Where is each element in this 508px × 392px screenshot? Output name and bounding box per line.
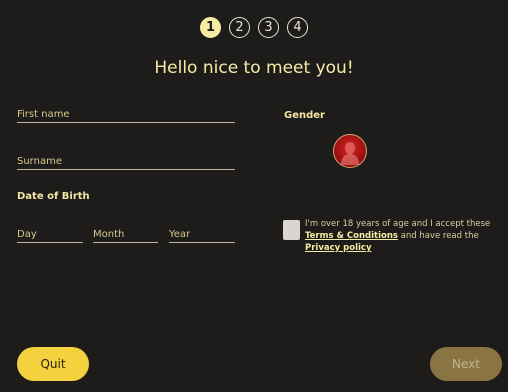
privacy-link[interactable]: Privacy policy xyxy=(305,243,371,253)
month-placeholder: Month xyxy=(93,229,125,240)
page-title: Hello nice to meet you! xyxy=(154,58,354,78)
day-field[interactable]: Day xyxy=(17,224,83,243)
step-1: 1 xyxy=(200,17,221,38)
day-placeholder: Day xyxy=(17,229,37,240)
first-name-field[interactable]: First name xyxy=(17,104,235,123)
surname-placeholder: Surname xyxy=(17,156,62,167)
age-consent-checkbox[interactable] xyxy=(283,220,300,240)
step-2: 2 xyxy=(229,17,250,38)
step-4: 4 xyxy=(287,17,308,38)
step-indicator: 1 2 3 4 xyxy=(0,17,508,38)
surname-field[interactable]: Surname xyxy=(17,151,235,170)
year-field[interactable]: Year xyxy=(169,224,235,243)
month-field[interactable]: Month xyxy=(93,224,158,243)
next-button[interactable]: Next xyxy=(430,347,502,381)
dob-label: Date of Birth xyxy=(17,191,90,202)
first-name-placeholder: First name xyxy=(17,109,70,120)
step-3: 3 xyxy=(258,17,279,38)
consent-text-part2: and have read the xyxy=(397,231,479,241)
terms-link[interactable]: Terms & Conditions xyxy=(305,231,398,241)
consent-text: I'm over 18 years of age and I accept th… xyxy=(305,218,497,254)
year-placeholder: Year xyxy=(169,229,191,240)
consent-text-part1: I'm over 18 years of age and I accept th… xyxy=(305,219,491,229)
quit-button[interactable]: Quit xyxy=(17,347,89,381)
gender-label: Gender xyxy=(284,110,325,121)
gender-avatar-icon[interactable] xyxy=(333,134,367,168)
